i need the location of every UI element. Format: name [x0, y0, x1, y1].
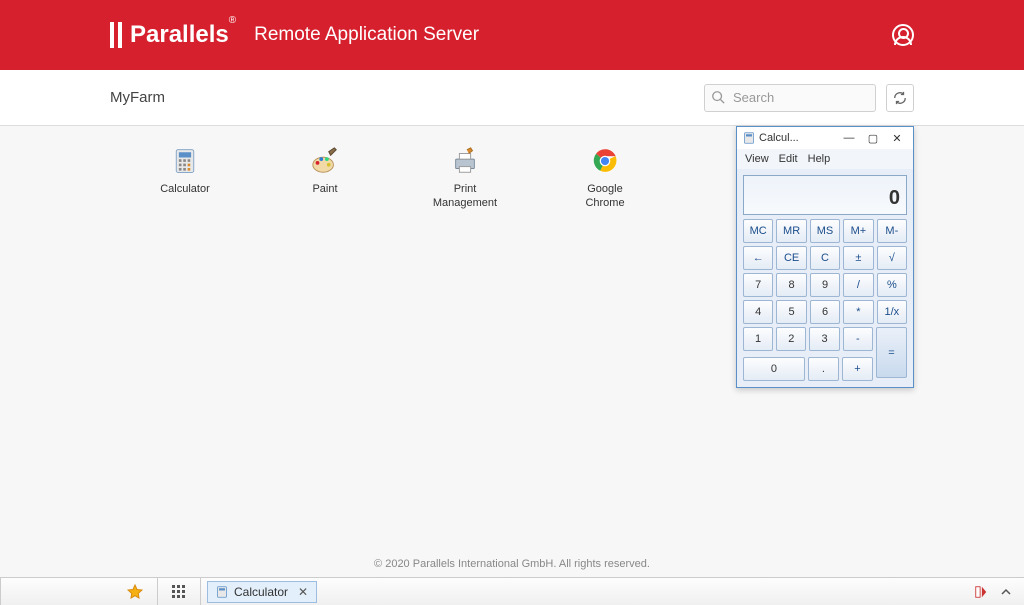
calc-div[interactable]: /	[843, 273, 873, 297]
calc-mminus[interactable]: M-	[877, 219, 907, 243]
subheader: MyFarm	[0, 70, 1024, 126]
close-button[interactable]: ✕	[885, 129, 909, 147]
app-label: Google Chrome	[570, 182, 640, 211]
brand: Parallels® Remote Application Server	[110, 21, 479, 49]
calc-eq[interactable]: =	[876, 327, 907, 378]
calc-c[interactable]: C	[810, 246, 840, 270]
footer-copyright: © 2020 Parallels International GmbH. All…	[0, 558, 1024, 570]
calc-mplus[interactable]: M+	[843, 219, 873, 243]
app-calculator[interactable]: Calculator	[150, 146, 220, 211]
workspace: Calculator Paint Print Management Google…	[0, 126, 1024, 566]
search-icon	[711, 90, 725, 104]
calc-pm[interactable]: ±	[843, 246, 873, 270]
chevron-up-icon[interactable]	[1000, 586, 1012, 598]
calculator-window: Calcul... — ▢ ✕ View Edit Help 0 MC MR M…	[736, 126, 914, 388]
taskbar-favorites[interactable]	[113, 578, 158, 605]
calc-mc[interactable]: MC	[743, 219, 773, 243]
calculator-small-icon	[216, 586, 228, 598]
taskbar-task-calculator[interactable]: Calculator ✕	[207, 581, 317, 603]
task-label: Calculator	[234, 585, 288, 599]
calc-0[interactable]: 0	[743, 357, 805, 381]
search-input[interactable]	[704, 84, 876, 112]
calculator-menu: View Edit Help	[737, 149, 913, 169]
calc-ce[interactable]: CE	[776, 246, 806, 270]
app-paint[interactable]: Paint	[290, 146, 360, 211]
calc-ms[interactable]: MS	[810, 219, 840, 243]
calculator-display: 0	[743, 175, 907, 215]
calc-mul[interactable]: *	[843, 300, 873, 324]
app-print-management[interactable]: Print Management	[430, 146, 500, 211]
calc-sqrt[interactable]: √	[877, 246, 907, 270]
app-label: Paint	[290, 182, 360, 196]
refresh-button[interactable]	[886, 84, 914, 112]
calc-back[interactable]: ←	[743, 246, 773, 270]
search-box	[704, 84, 876, 112]
app-google-chrome[interactable]: Google Chrome	[570, 146, 640, 211]
maximize-button[interactable]: ▢	[861, 129, 885, 147]
chrome-icon	[590, 146, 620, 176]
product-name: Remote Application Server	[254, 24, 479, 46]
calc-2[interactable]: 2	[776, 327, 806, 351]
calc-sub[interactable]: -	[843, 327, 873, 351]
calc-inv[interactable]: 1/x	[877, 300, 907, 324]
brand-name: Parallels®	[130, 21, 236, 49]
paint-icon	[310, 146, 340, 176]
calculator-title-text: Calcul...	[759, 132, 837, 144]
calculator-small-icon	[743, 132, 755, 144]
menu-help[interactable]: Help	[808, 153, 831, 165]
calc-5[interactable]: 5	[776, 300, 806, 324]
calc-3[interactable]: 3	[809, 327, 839, 351]
calc-6[interactable]: 6	[810, 300, 840, 324]
calculator-icon	[170, 146, 200, 176]
calc-4[interactable]: 4	[743, 300, 773, 324]
calc-9[interactable]: 9	[810, 273, 840, 297]
brand-logo: Parallels®	[110, 21, 236, 49]
refresh-icon	[893, 91, 907, 105]
calc-mr[interactable]: MR	[776, 219, 806, 243]
connection-icon[interactable]	[974, 585, 988, 599]
taskbar-apps[interactable]	[158, 578, 201, 605]
minimize-button[interactable]: —	[837, 129, 861, 147]
menu-view[interactable]: View	[745, 153, 769, 165]
calc-dot[interactable]: .	[808, 357, 839, 381]
taskbar-left-spacer	[0, 578, 113, 605]
calc-7[interactable]: 7	[743, 273, 773, 297]
grid-icon	[172, 585, 186, 599]
task-close-icon[interactable]: ✕	[294, 585, 308, 599]
printer-icon	[450, 146, 480, 176]
calc-add[interactable]: +	[842, 357, 873, 381]
app-label: Calculator	[150, 182, 220, 196]
calculator-titlebar[interactable]: Calcul... — ▢ ✕	[737, 127, 913, 149]
app-header: Parallels® Remote Application Server	[0, 0, 1024, 70]
calculator-keypad: MC MR MS M+ M- ← CE C ± √ 7 8 9 / % 4	[737, 219, 913, 387]
farm-name: MyFarm	[110, 89, 165, 106]
calc-1[interactable]: 1	[743, 327, 773, 351]
star-icon	[127, 584, 143, 600]
taskbar: Calculator ✕	[0, 577, 1024, 605]
menu-edit[interactable]: Edit	[779, 153, 798, 165]
calc-pct[interactable]: %	[877, 273, 907, 297]
calc-8[interactable]: 8	[776, 273, 806, 297]
account-icon[interactable]	[892, 24, 914, 46]
parallels-bars-icon	[110, 22, 122, 48]
app-label: Print Management	[430, 182, 500, 211]
